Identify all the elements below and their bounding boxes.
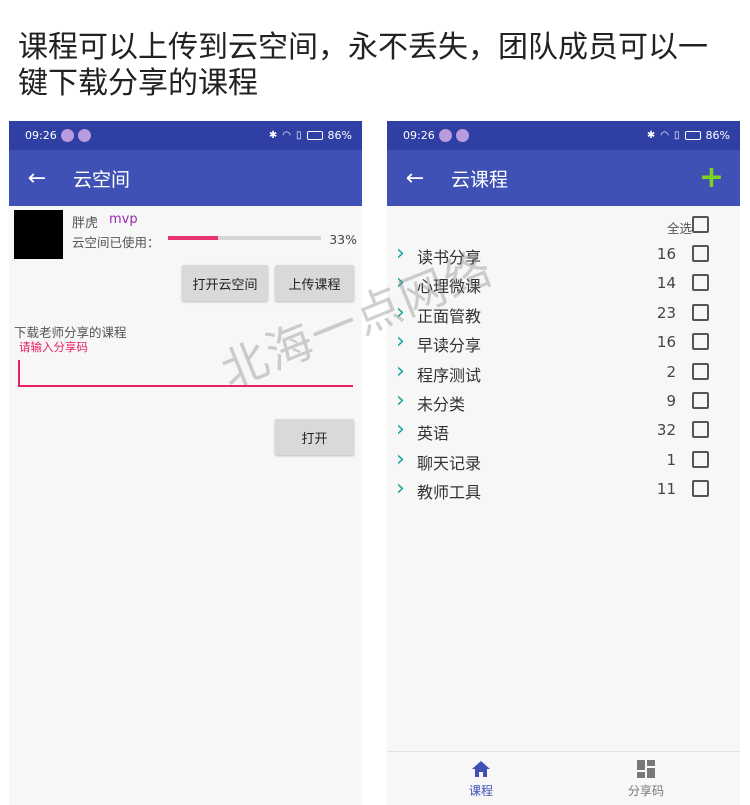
avatar xyxy=(14,210,63,259)
course-checkbox[interactable] xyxy=(692,245,709,262)
battery-icon xyxy=(684,131,701,140)
course-list-item[interactable]: › 正面管教 23 xyxy=(387,300,740,329)
course-count: 14 xyxy=(656,274,676,293)
app-bar: ← 云课程 + xyxy=(387,150,740,206)
open-button[interactable]: 打开 xyxy=(275,419,354,455)
share-code-input[interactable]: 请输入分享码 xyxy=(19,339,88,355)
course-checkbox[interactable] xyxy=(692,274,709,292)
add-icon[interactable]: + xyxy=(699,160,724,195)
signal-icon: ▯ xyxy=(296,130,302,141)
nav-tab-share-code[interactable]: 分享码 xyxy=(596,760,696,799)
course-name: 心理微课 xyxy=(417,277,482,297)
chevron-right-icon: › xyxy=(396,476,405,502)
course-list-item[interactable]: › 程序测试 2 xyxy=(387,359,740,388)
status-time: 09:26 xyxy=(25,129,57,142)
wifi-icon: ◠ xyxy=(660,130,670,141)
nav-label-courses: 课程 xyxy=(468,784,493,798)
course-list-item[interactable]: › 教师工具 11 xyxy=(387,476,740,505)
app-bar: ← 云空间 xyxy=(9,150,362,206)
course-name: 读书分享 xyxy=(417,248,482,267)
course-count: 16 xyxy=(656,333,676,352)
course-count: 23 xyxy=(656,303,676,322)
chevron-right-icon: › xyxy=(396,358,405,384)
back-arrow-icon[interactable]: ← xyxy=(387,166,443,191)
battery-level: 86% xyxy=(327,129,352,142)
upload-course-button[interactable]: 上传课程 xyxy=(275,265,354,301)
storage-progress-bar xyxy=(168,236,321,240)
page-title: 云课程 xyxy=(451,168,509,191)
status-bar: 09:26 ✱ ◠ ▯ 86% xyxy=(9,121,362,150)
status-time: 09:26 xyxy=(403,129,435,142)
course-list-item[interactable]: › 早读分享 16 xyxy=(387,329,740,358)
app-notification-icon xyxy=(77,129,91,142)
storage-usage-percent: 33% xyxy=(329,232,357,247)
course-count: 2 xyxy=(666,362,676,381)
text-cursor xyxy=(18,360,20,385)
chevron-right-icon: › xyxy=(396,299,405,325)
chevron-right-icon: › xyxy=(396,329,405,355)
course-count: 9 xyxy=(666,392,676,410)
chevron-right-icon: › xyxy=(396,270,405,296)
course-checkbox[interactable] xyxy=(692,450,709,468)
select-all-label: 全选 xyxy=(666,221,692,236)
user-name: 胖虎 xyxy=(72,216,99,231)
course-checkbox[interactable] xyxy=(692,392,709,409)
course-count: 16 xyxy=(656,245,676,263)
open-cloud-button[interactable]: 打开云空间 xyxy=(182,265,268,301)
chevron-right-icon: › xyxy=(396,417,405,443)
course-name: 英语 xyxy=(417,424,450,444)
course-list-item[interactable]: › 读书分享 16 xyxy=(387,241,740,270)
course-count: 1 xyxy=(666,450,676,469)
app-notification-icon xyxy=(455,129,469,142)
course-list-item[interactable]: › 心理微课 14 xyxy=(387,270,740,299)
app-notification-icon xyxy=(438,129,452,142)
course-checkbox[interactable] xyxy=(692,480,709,498)
signal-icon: ▯ xyxy=(674,130,680,141)
home-icon xyxy=(472,761,490,777)
page-title: 云空间 xyxy=(73,168,131,191)
chevron-right-icon: › xyxy=(396,446,405,472)
chevron-right-icon: › xyxy=(396,388,405,413)
chevron-right-icon: › xyxy=(396,241,405,266)
nav-tab-courses[interactable]: 课程 xyxy=(431,760,531,799)
user-badge: mvp xyxy=(109,212,138,227)
course-list-item[interactable]: › 聊天记录 1 xyxy=(387,447,740,476)
wifi-icon: ◠ xyxy=(282,130,292,141)
storage-progress-fill xyxy=(168,236,219,240)
storage-usage-label: 云空间已使用： xyxy=(72,235,160,250)
cloud-courses-screen: 09:26 ✱ ◠ ▯ 86% ← 云课程 + 全选 › 读书分享 16 › 心理微课 1… xyxy=(387,121,740,805)
back-arrow-icon[interactable]: ← xyxy=(9,166,65,191)
bluetooth-icon: ✱ xyxy=(268,130,278,141)
status-bar: 09:26 ✱ ◠ ▯ 86% xyxy=(387,121,740,150)
bluetooth-icon: ✱ xyxy=(646,130,656,141)
app-notification-icon xyxy=(60,129,74,142)
course-name: 正面管教 xyxy=(417,306,482,326)
select-all-checkbox[interactable] xyxy=(692,216,709,233)
course-checkbox[interactable] xyxy=(692,362,709,380)
course-name: 聊天记录 xyxy=(417,453,482,473)
battery-icon xyxy=(306,131,323,140)
cloud-space-screen: 09:26 ✱ ◠ ▯ 86% ← 云空间 胖虎 mvp 云空间已使用： 33%… xyxy=(9,121,362,805)
course-name: 未分类 xyxy=(417,395,466,414)
course-name: 程序测试 xyxy=(417,365,482,385)
course-checkbox[interactable] xyxy=(692,303,709,321)
course-count: 11 xyxy=(656,480,676,499)
course-name: 教师工具 xyxy=(417,483,482,503)
course-list-item[interactable]: › 英语 32 xyxy=(387,417,740,446)
course-checkbox[interactable] xyxy=(692,421,709,439)
select-all-row: 全选 xyxy=(540,215,740,237)
bottom-navigation: 课程 分享码 xyxy=(387,751,740,805)
battery-level: 86% xyxy=(705,129,730,142)
nav-label-share-code: 分享码 xyxy=(627,784,664,798)
headline: 课程可以上传到云空间，永不丢失，团队成员可以一键下载分享的课程 xyxy=(18,30,708,101)
course-list-item[interactable]: › 未分类 9 xyxy=(387,388,740,417)
course-count: 32 xyxy=(656,421,676,440)
course-checkbox[interactable] xyxy=(692,333,709,351)
course-name: 早读分享 xyxy=(417,336,482,356)
input-underline xyxy=(18,385,353,387)
grid-icon xyxy=(637,760,655,778)
